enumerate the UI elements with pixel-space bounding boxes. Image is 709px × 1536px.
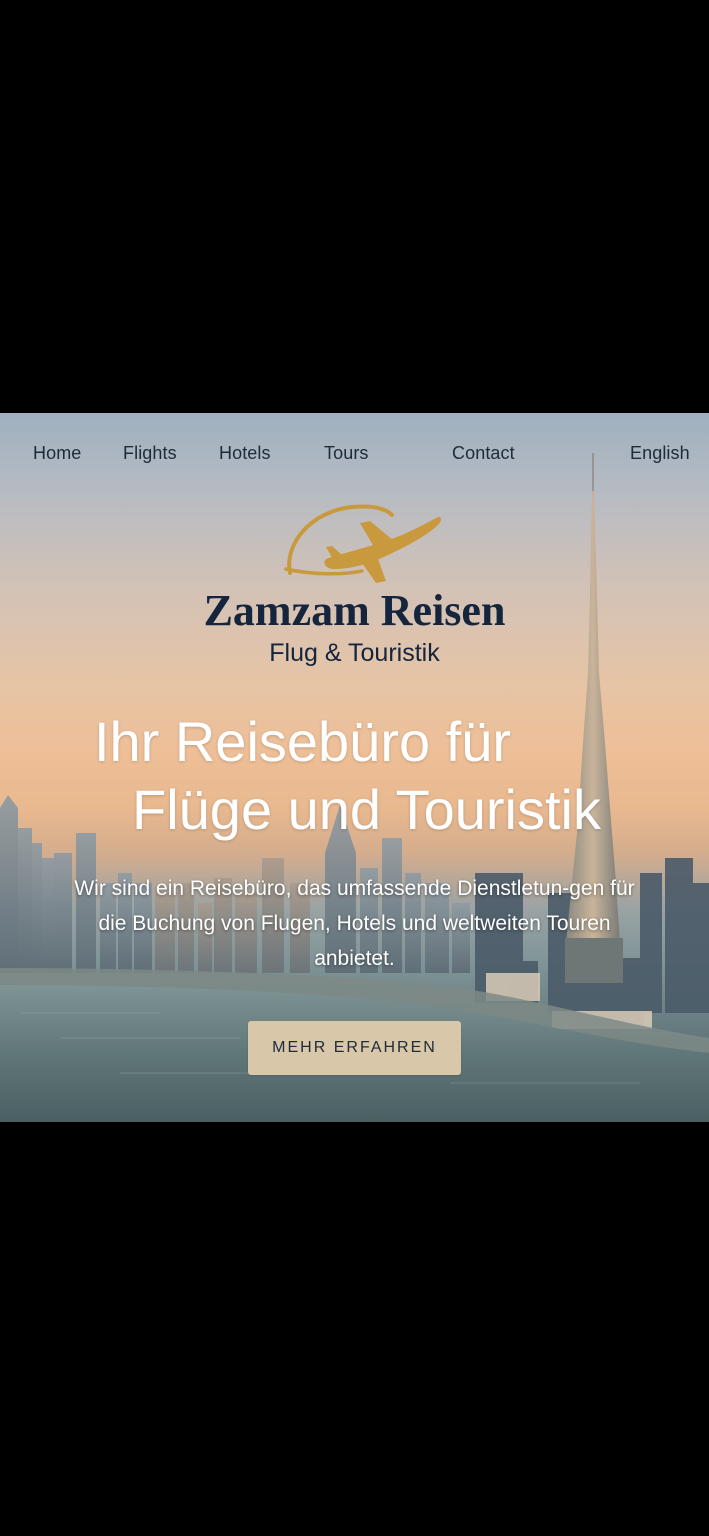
airplane-swoosh-icon [284,504,441,583]
nav-hotels-link[interactable]: Hotels [219,443,271,464]
nav-tours-link[interactable]: Tours [324,443,369,464]
learn-more-button[interactable]: MEHR ERFAHREN [248,1021,461,1075]
language-selector[interactable]: English [630,443,690,464]
hero-description: Wir sind ein Reisebüro, das umfassende D… [74,877,635,970]
page: Home Flights Hotels Tours Contact Englis… [0,0,709,1536]
nav-contact-link[interactable]: Contact [452,443,515,464]
hero-headline: Ihr Reisebüro für Flüge und Touristik [0,708,709,844]
brand-tagline: Flug & Touristik [269,639,440,667]
headline-line-1: Ihr Reisebüro für [93,710,512,773]
hero-section: Home Flights Hotels Tours Contact Englis… [0,413,709,1122]
nav-home-link[interactable]: Home [33,443,81,464]
nav-flights-link[interactable]: Flights [123,443,177,464]
brand-name: Zamzam Reisen [203,586,506,635]
headline-line-2: Flüge und Touristik [132,778,601,841]
